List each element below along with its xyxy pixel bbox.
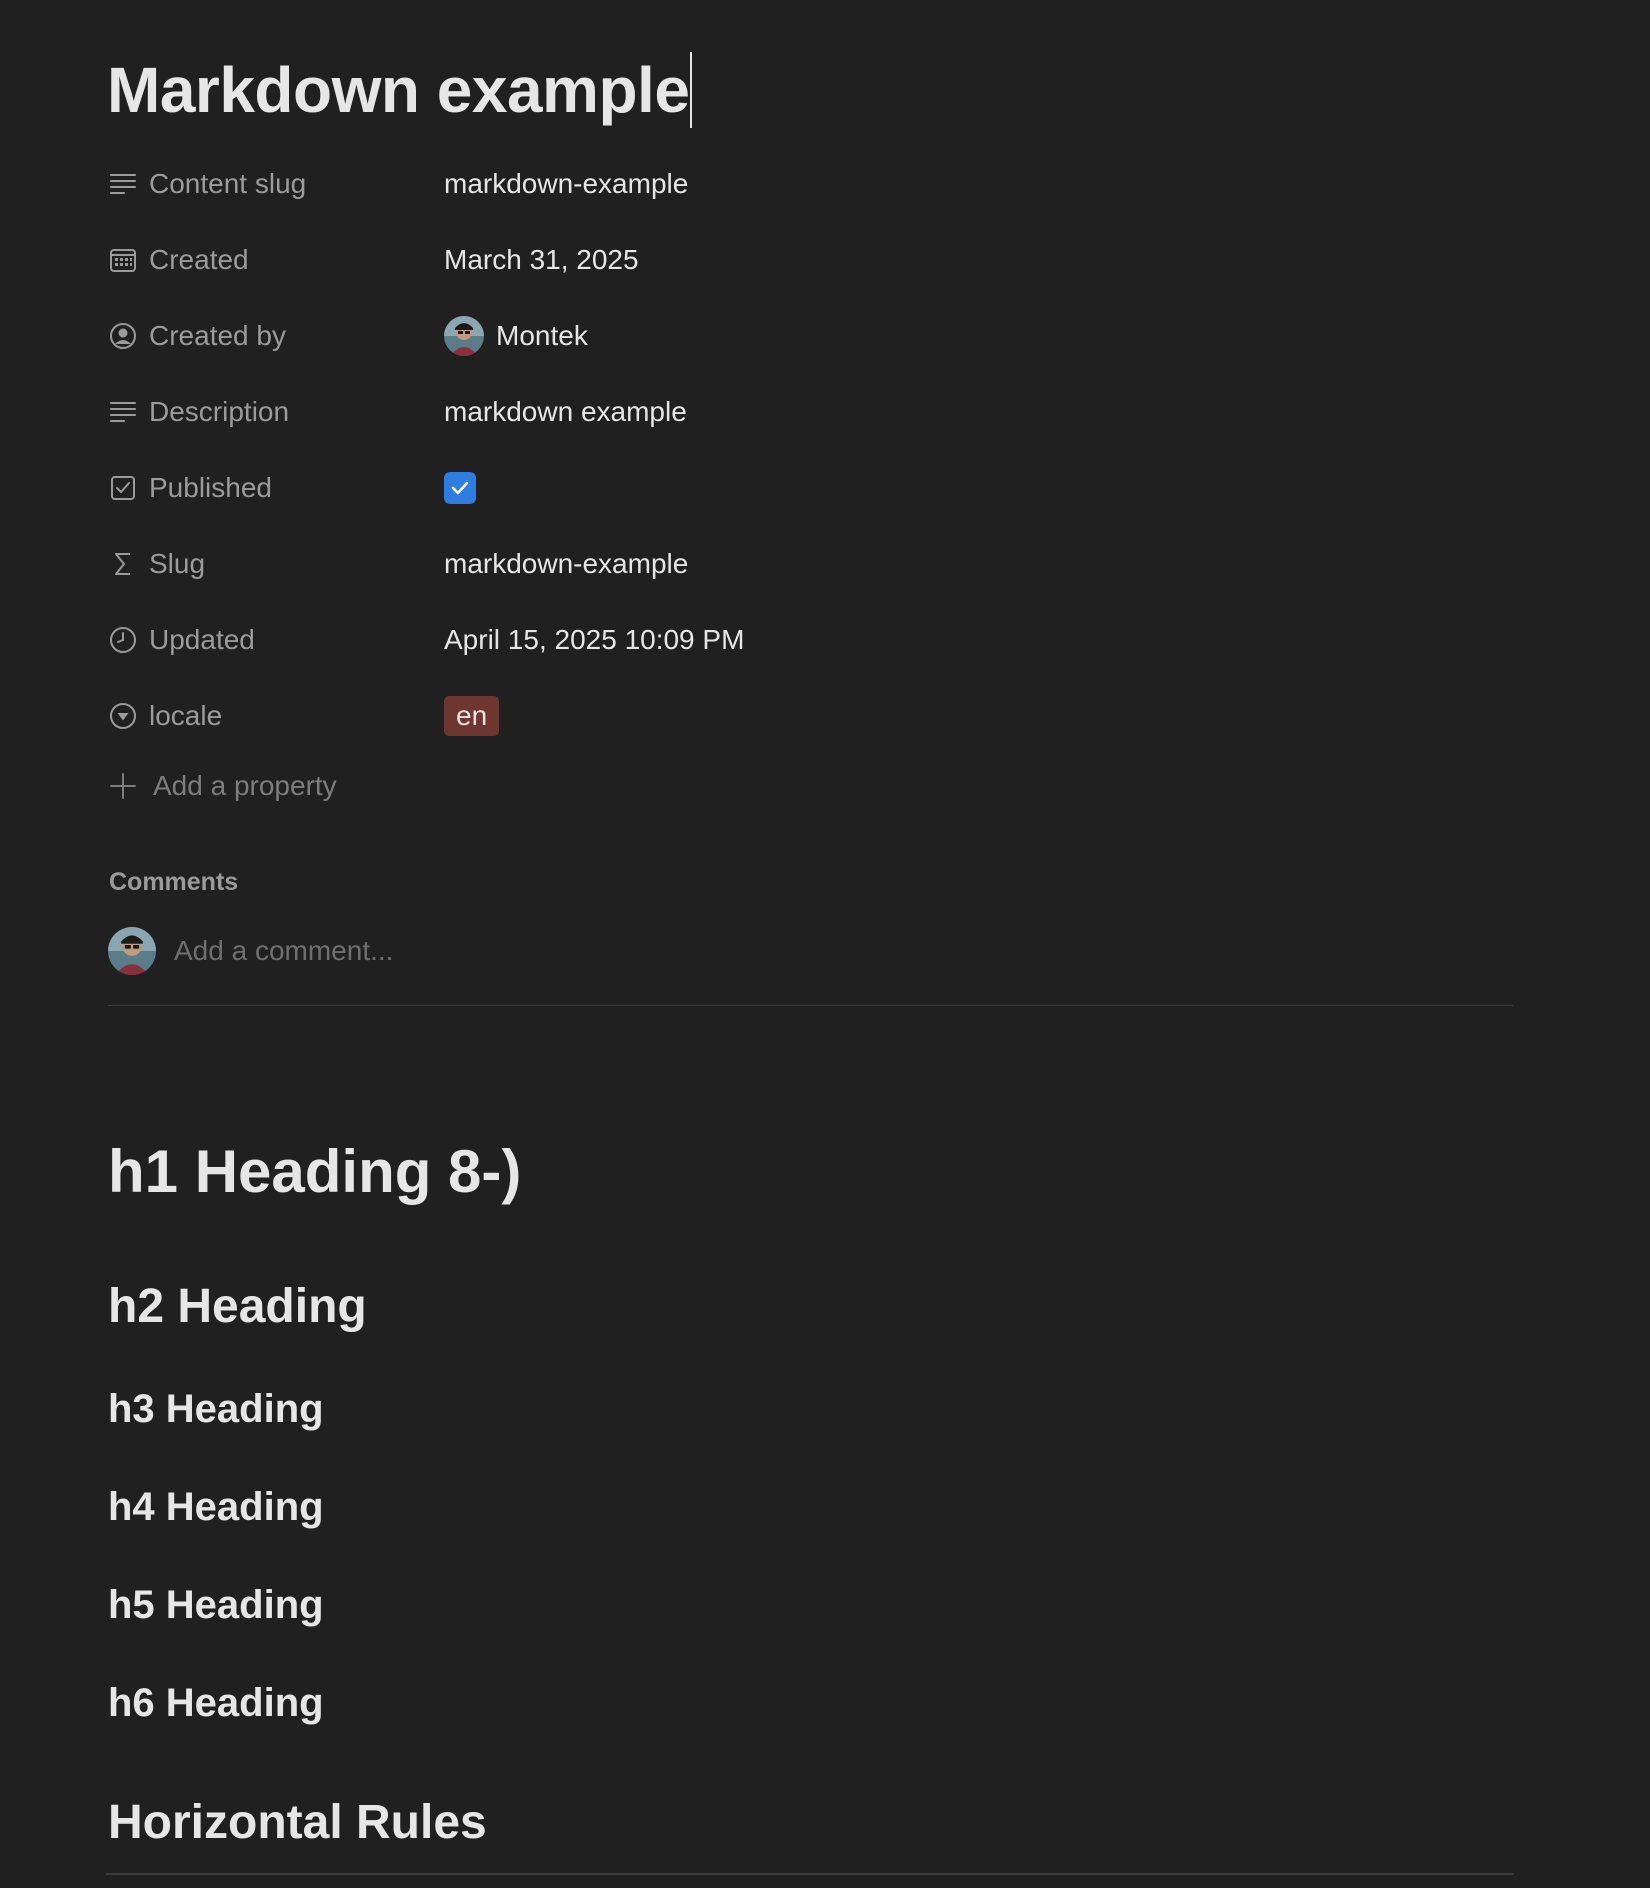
property-label-text: Slug [149,548,206,579]
property-label-text: Updated [149,624,255,655]
heading-h5[interactable]: h5 Heading [108,1583,324,1628]
property-label-text: Description [149,396,290,427]
property-value-published [444,472,476,504]
property-locale[interactable]: locale en [107,678,1512,754]
add-property-label: Add a property [153,770,337,801]
property-label-slug[interactable]: Slug [107,548,444,580]
heading-h6[interactable]: h6 Heading [108,1681,324,1726]
user-name: Montek [496,320,588,351]
property-value-created[interactable]: March 31, 2025 [444,244,639,276]
comment-composer [108,927,774,975]
property-label-content-slug[interactable]: Content slug [107,168,444,200]
plus-icon [107,770,139,802]
text-lines-icon [107,396,139,428]
heading-h3[interactable]: h3 Heading [108,1387,324,1432]
property-label-locale[interactable]: locale [107,700,444,732]
property-value-slug[interactable]: markdown-example [444,548,688,580]
horizontal-rule [106,1873,1514,1875]
property-label-created[interactable]: Created [107,244,444,276]
property-label-description[interactable]: Description [107,396,444,428]
property-label-text: Created by [149,320,286,351]
property-created[interactable]: Created March 31, 2025 [107,222,1512,298]
add-property-button[interactable]: Add a property [107,766,337,806]
check-icon [451,481,469,495]
select-icon [107,700,139,732]
comments-heading: Comments [109,868,239,896]
avatar[interactable] [444,316,484,356]
text-lines-icon [107,168,139,200]
property-description[interactable]: Description markdown example [107,374,1512,450]
property-label-text: Content slug [149,168,307,199]
checkbox-icon [107,472,139,504]
property-value-updated[interactable]: April 15, 2025 10:09 PM [444,624,744,656]
property-label-text: Created [149,244,249,275]
heading-horizontal-rules[interactable]: Horizontal Rules [108,1795,487,1850]
heading-h2[interactable]: h2 Heading [108,1279,367,1334]
person-circle-icon [107,320,139,352]
text-cursor [690,52,693,128]
locale-tag[interactable]: en [444,696,500,736]
avatar [108,927,156,975]
property-slug[interactable]: Slug markdown-example [107,526,1512,602]
calendar-icon [107,244,139,276]
property-value-created-by[interactable]: Montek [444,316,588,356]
divider [108,1005,1513,1006]
property-value-content-slug[interactable]: markdown-example [444,168,688,200]
heading-h4[interactable]: h4 Heading [108,1485,324,1530]
properties-list: Content slug markdown-example Created Ma… [107,146,1512,754]
property-value-description[interactable]: markdown example [444,396,687,428]
property-created-by[interactable]: Created by Montek [107,298,1512,374]
property-label-updated[interactable]: Updated [107,624,444,656]
property-published[interactable]: Published [107,450,1512,526]
sigma-icon [107,548,139,580]
clock-icon [107,624,139,656]
page-title[interactable]: Markdown example [107,53,690,127]
property-updated[interactable]: Updated April 15, 2025 10:09 PM [107,602,1512,678]
property-label-text: Published [149,472,272,503]
published-checkbox[interactable] [444,472,476,504]
property-label-created-by[interactable]: Created by [107,320,444,352]
heading-h1[interactable]: h1 Heading 8-) [108,1137,521,1206]
property-label-published[interactable]: Published [107,472,444,504]
page-title-row[interactable]: Markdown example [107,50,693,130]
property-content-slug[interactable]: Content slug markdown-example [107,146,1512,222]
property-label-text: locale [149,700,223,731]
property-value-locale[interactable]: en [444,696,500,736]
comment-input[interactable] [174,935,774,967]
